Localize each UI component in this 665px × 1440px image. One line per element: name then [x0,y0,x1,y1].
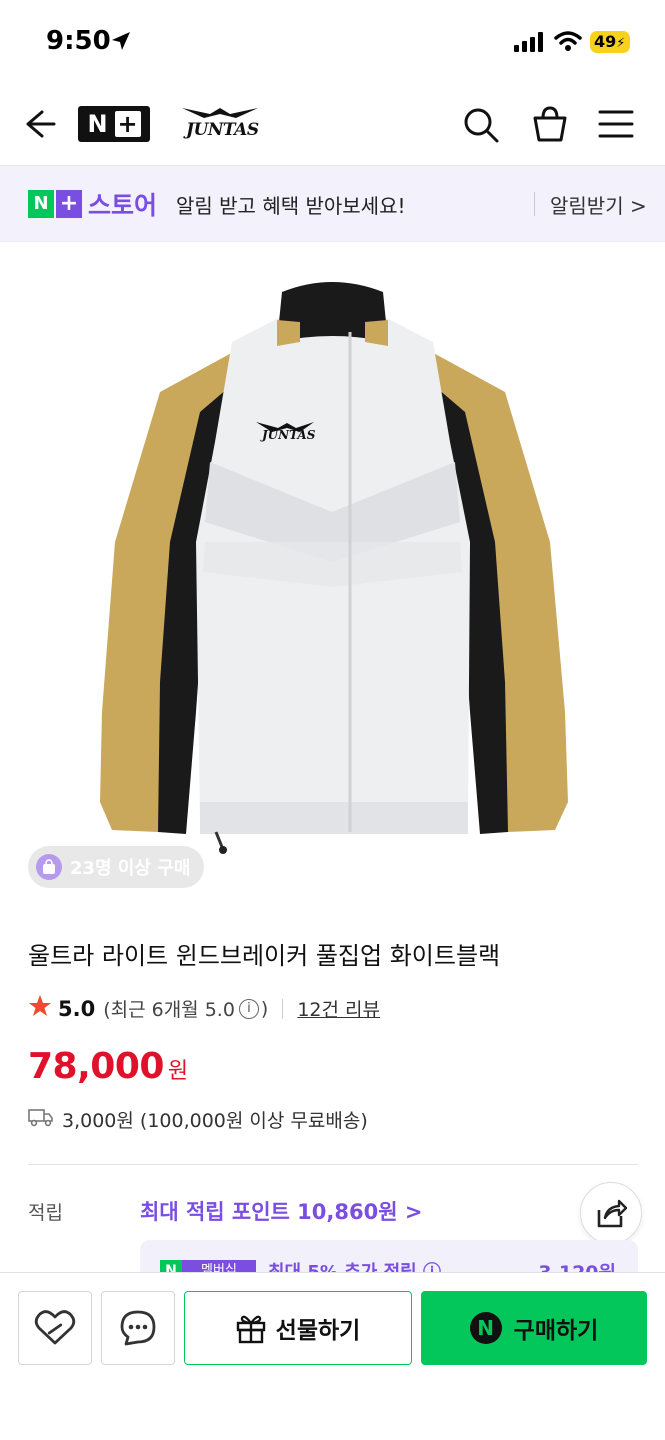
buy-button-label: 구매하기 [513,1318,599,1344]
talk-button[interactable] [101,1291,175,1365]
buyers-count-badge: 23명 이상 구매 [28,846,205,888]
gift-icon [236,1315,265,1344]
banner-message: 알림 받고 혜택 받아보세요! [176,194,406,218]
shipping-text: 3,000원 (100,000원 이상 무료배송) [62,1110,368,1132]
share-icon [597,1199,627,1228]
heart-icon [34,1310,76,1345]
wifi-icon [554,30,582,56]
cellular-signal-icon [514,32,546,56]
store-alert-banner: N + 스토어 알림 받고 혜택 받아보세요! 알림받기 > [0,166,665,242]
price: 78,000 원 [28,1046,188,1087]
battery-level: 49 [594,32,617,51]
charging-bolt-icon: ⚡ [616,36,626,51]
buyers-count-text: 23명 이상 구매 [70,858,191,879]
badge-plus: + [56,190,82,218]
shopping-bag-icon[interactable] [530,104,570,148]
rating-recent-suffix: ) [260,997,269,1020]
rating-separator [282,998,284,1019]
truck-icon [28,1107,54,1132]
rating-score: 5.0 [58,996,96,1021]
jacket-illustration [100,282,568,854]
max-points-link[interactable]: 최대 적립 포인트 10,860원 > [140,1196,422,1226]
location-arrow-icon [110,30,132,56]
battery-indicator: 49⚡ [590,31,630,53]
price-currency: 원 [167,1059,189,1084]
star-icon [28,994,52,1023]
nplus-store-logo[interactable]: N + [78,106,150,142]
gift-button[interactable]: 선물하기 [184,1291,412,1365]
points-label: 적립 [28,1202,63,1224]
share-button[interactable] [580,1182,642,1244]
nplus-store-badge: N + [28,190,82,218]
rating-recent-prefix: (최근 6개월 5.0 [103,999,235,1021]
rating-row: 5.0 (최근 6개월 5.0 i ) 12건 리뷰 [28,994,380,1023]
buy-button[interactable]: N 구매하기 [421,1291,647,1365]
jacket-chest-logo-text: JUNTAS [262,428,316,442]
product-image[interactable]: JUNTAS [0,242,665,902]
badge-n: N [28,190,54,218]
product-title: 울트라 라이트 윈드브레이커 풀집업 화이트블랙 [28,942,501,970]
gift-button-label: 선물하기 [275,1318,361,1344]
back-arrow-icon[interactable] [22,106,58,146]
status-time: 9:50 [46,26,111,56]
hamburger-menu-icon[interactable] [598,108,634,144]
search-icon[interactable] [462,106,500,148]
bottom-action-bar: 선물하기 N 구매하기 [0,1272,665,1440]
divider [28,1164,638,1165]
info-icon[interactable]: i [238,998,259,1019]
naver-pay-icon: N [469,1312,502,1344]
status-bar: 9:50 49⚡ [0,0,665,84]
top-navigation: N + JUNTAS [0,84,665,166]
subscribe-alerts-link[interactable]: 알림받기 > [550,190,647,219]
store-label: 스토어 [88,191,158,220]
shipping-info: 3,000원 (100,000원 이상 무료배송) [28,1106,368,1133]
wishlist-button[interactable] [18,1291,92,1365]
nplus-letter: N [87,110,108,138]
review-count-link[interactable]: 12건 리뷰 [297,995,380,1022]
brand-name: JUNTAS [186,120,259,140]
chat-bubble-icon [120,1310,156,1346]
bag-badge-icon [36,854,62,880]
banner-divider [534,192,535,216]
brand-logo[interactable]: JUNTAS [180,104,260,144]
nplus-plus: + [114,111,141,137]
price-amount: 78,000 [28,1046,164,1087]
